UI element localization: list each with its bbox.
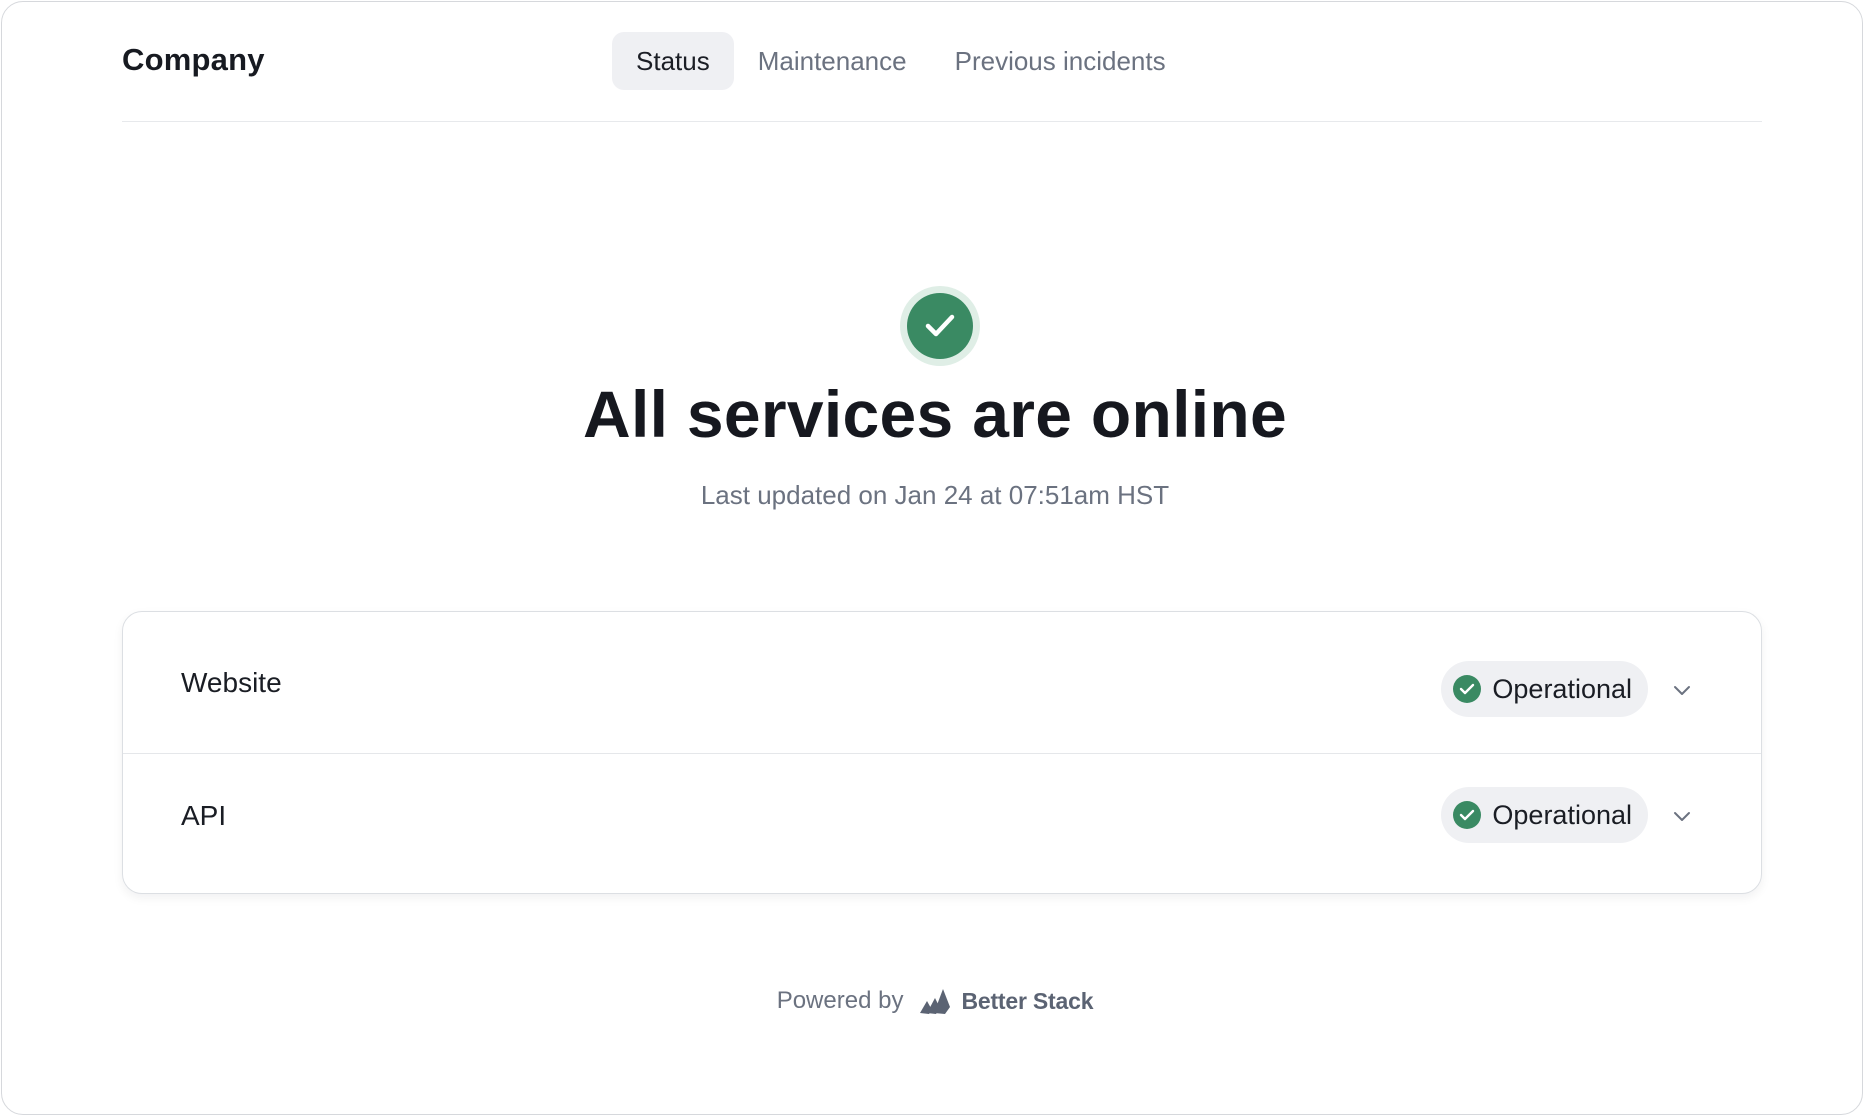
checkmark-icon — [925, 314, 955, 337]
status-label: Operational — [1492, 673, 1632, 704]
status-page: Company Status Maintenance Previous inci… — [1, 1, 1863, 1115]
tab-previous-incidents[interactable]: Previous incidents — [931, 32, 1190, 90]
footer: Powered by Better Stack — [2, 987, 1866, 1015]
status-label: Operational — [1492, 799, 1632, 830]
status-check-icon — [900, 286, 980, 366]
last-updated-text: Last updated on Jan 24 at 07:51am HST — [700, 480, 1170, 510]
check-circle-icon — [907, 293, 973, 359]
chevron-down-icon[interactable] — [1671, 679, 1693, 701]
check-circle-icon — [1453, 801, 1482, 829]
page-title: All services are online — [583, 377, 1287, 451]
status-badge[interactable]: Operational — [1441, 787, 1648, 843]
service-name: Website — [181, 667, 282, 698]
better-stack-logo-link[interactable]: Better Stack — [919, 987, 1093, 1015]
service-name: API — [181, 800, 227, 831]
nav-tabs: Status Maintenance Previous incidents — [612, 32, 1190, 90]
better-stack-brand: Better Stack — [961, 987, 1094, 1014]
chevron-down-icon[interactable] — [1671, 805, 1693, 827]
tab-status[interactable]: Status — [612, 32, 734, 90]
services-card: Website Operational API Operational — [122, 611, 1762, 894]
status-badge[interactable]: Operational — [1441, 661, 1648, 717]
tab-maintenance[interactable]: Maintenance — [734, 32, 931, 90]
service-row-website[interactable]: Website Operational — [123, 612, 1761, 753]
better-stack-logo-icon — [920, 989, 951, 1014]
check-circle-icon — [1453, 675, 1482, 703]
powered-by-text: Powered by — [776, 987, 904, 1014]
top-nav: Company Status Maintenance Previous inci… — [122, 30, 1762, 122]
service-row-api[interactable]: API Operational — [123, 753, 1761, 894]
company-name[interactable]: Company — [122, 42, 265, 78]
